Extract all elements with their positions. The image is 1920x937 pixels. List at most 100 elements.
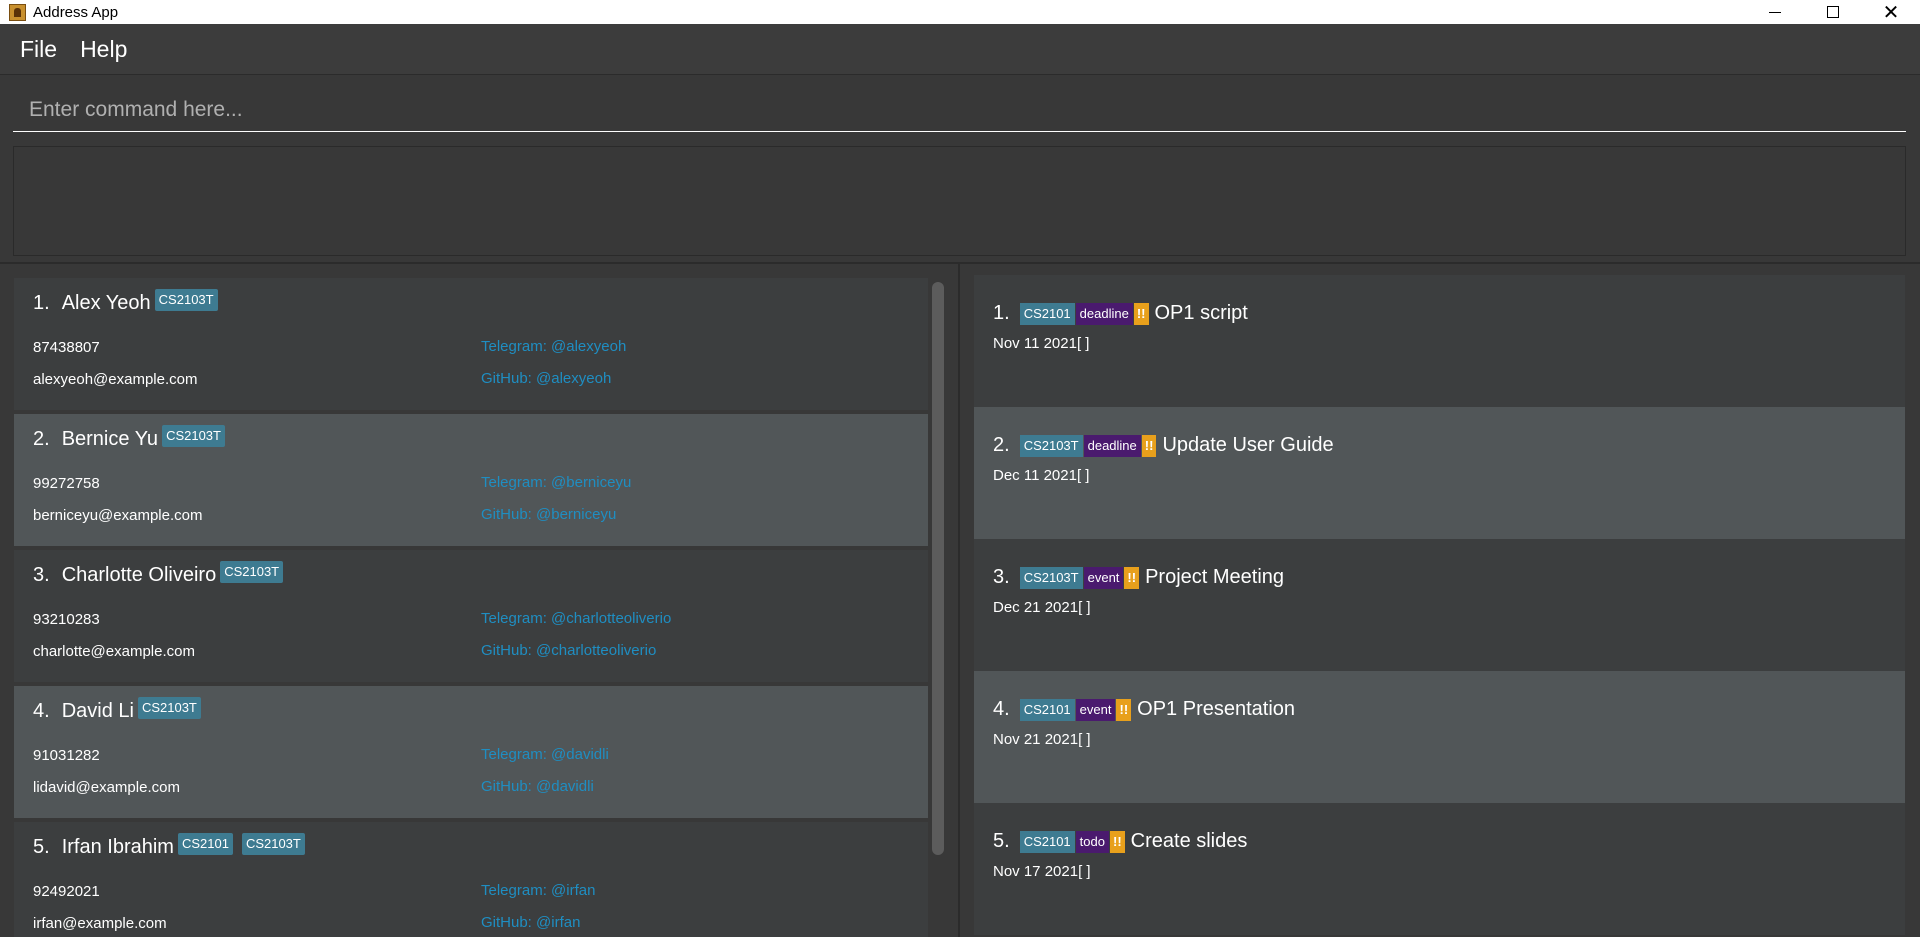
person-github-link[interactable]: GitHub: @alexyeoh (481, 370, 611, 387)
person-tag: CS2103T (137, 696, 201, 719)
task-type-tag: todo (1075, 830, 1109, 853)
task-header: 5. CS2101 todo!! Create slides (993, 830, 1247, 853)
person-index: 2. (33, 428, 50, 450)
task-card[interactable]: 2. CS2103T deadline!! Update User Guide Dec … (974, 407, 1905, 539)
person-telegram-link[interactable]: Telegram: @davidli (481, 746, 609, 763)
person-email: irfan@example.com (33, 915, 167, 932)
person-index: 1. (33, 292, 50, 314)
task-module-tag: CS2103T (1019, 434, 1083, 457)
task-priority-tag: !! (1141, 434, 1157, 457)
person-header: 3. Charlotte Oliveiro CS2103T (33, 560, 284, 587)
person-header: 2. Bernice Yu CS2103T (33, 424, 225, 451)
person-telegram-link[interactable]: Telegram: @irfan (481, 882, 595, 899)
result-display[interactable] (13, 146, 1906, 256)
task-type-tag: event (1075, 698, 1116, 721)
menu-file[interactable]: File (10, 36, 67, 63)
task-title: OP1 script (1154, 302, 1248, 324)
task-tags: CS2101 deadline!! (1019, 302, 1149, 325)
person-card[interactable]: 5. Irfan Ibrahim CS2101 CS2103T 92492021 irfa… (14, 822, 928, 937)
person-tag: CS2103T (241, 832, 305, 855)
person-name: Bernice Yu (61, 428, 159, 450)
close-button[interactable]: ✕ (1862, 0, 1920, 24)
person-phone: 91031282 (33, 747, 100, 764)
person-email: lidavid@example.com (33, 779, 180, 796)
task-tags: CS2101 event!! (1019, 698, 1132, 721)
task-title: OP1 Presentation (1137, 698, 1296, 720)
task-card[interactable]: 4. CS2101 event!! OP1 Presentation Nov 21 20… (974, 671, 1905, 803)
person-card[interactable]: 3. Charlotte Oliveiro CS2103T 93210283 charl… (14, 550, 928, 682)
person-index: 5. (33, 836, 50, 858)
person-tags: CS2103T (220, 560, 284, 583)
person-tag: CS2103T (220, 560, 284, 583)
maximize-icon (1827, 6, 1839, 18)
window-title: Address App (33, 3, 119, 21)
person-tags: CS2103T (154, 288, 218, 311)
task-card[interactable]: 3. CS2103T event!! Project Meeting Dec 21 20… (974, 539, 1905, 671)
person-phone: 93210283 (33, 611, 100, 628)
person-email: charlotte@example.com (33, 643, 195, 660)
task-module-tag: CS2101 (1019, 302, 1075, 325)
person-card[interactable]: 1. Alex Yeoh CS2103T 87438807 alexyeoh@examp… (14, 278, 928, 410)
person-telegram-link[interactable]: Telegram: @charlotteoliverio (481, 610, 671, 627)
task-date: Nov 11 2021[ ] (993, 335, 1090, 352)
task-card[interactable]: 5. CS2101 todo!! Create slides Nov 17 2021[ … (974, 803, 1905, 935)
task-tags: CS2103T deadline!! (1019, 434, 1157, 457)
person-header: 1. Alex Yeoh CS2103T (33, 288, 218, 315)
person-list-scrollbar[interactable] (932, 282, 944, 855)
person-telegram-link[interactable]: Telegram: @alexyeoh (481, 338, 626, 355)
task-header: 1. CS2101 deadline!! OP1 script (993, 302, 1248, 325)
close-icon: ✕ (1882, 0, 1900, 24)
task-header: 4. CS2101 event!! OP1 Presentation (993, 698, 1295, 721)
person-github-link[interactable]: GitHub: @berniceyu (481, 506, 616, 523)
task-index: 2. (993, 434, 1010, 456)
person-email: berniceyu@example.com (33, 507, 203, 524)
task-module-tag: CS2101 (1019, 830, 1075, 853)
person-index: 3. (33, 564, 50, 586)
task-header: 2. CS2103T deadline!! Update User Guide (993, 434, 1334, 457)
person-card[interactable]: 4. David Li CS2103T 91031282 lidavid@example… (14, 686, 928, 818)
person-telegram-link[interactable]: Telegram: @berniceyu (481, 474, 631, 491)
menu-bar: File Help (0, 24, 1920, 74)
person-tags: CS2101 CS2103T (177, 832, 305, 855)
person-github-link[interactable]: GitHub: @irfan (481, 914, 580, 931)
person-list-panel: 1. Alex Yeoh CS2103T 87438807 alexyeoh@examp… (0, 264, 958, 937)
person-tag: CS2103T (162, 424, 225, 447)
app-icon (9, 3, 26, 21)
task-tags: CS2103T event!! (1019, 566, 1140, 589)
person-name: Irfan Ibrahim (61, 836, 174, 858)
task-module-tag: CS2101 (1019, 698, 1075, 721)
task-list-panel: 1. CS2101 deadline!! OP1 script Nov 11 2021[… (960, 264, 1920, 937)
task-priority-tag: !! (1133, 302, 1149, 325)
command-input[interactable] (13, 89, 1906, 132)
menu-help[interactable]: Help (70, 36, 137, 63)
task-priority-tag: !! (1109, 830, 1125, 853)
person-github-link[interactable]: GitHub: @davidli (481, 778, 594, 795)
minimize-button[interactable] (1746, 0, 1804, 24)
person-tag: CS2103T (154, 288, 218, 311)
maximize-button[interactable] (1804, 0, 1862, 24)
person-github-link[interactable]: GitHub: @charlotteoliverio (481, 642, 656, 659)
person-email: alexyeoh@example.com (33, 371, 198, 388)
task-card[interactable]: 1. CS2101 deadline!! OP1 script Nov 11 2021[… (974, 275, 1905, 407)
person-header: 5. Irfan Ibrahim CS2101 CS2103T (33, 832, 305, 859)
task-priority-tag: !! (1116, 698, 1132, 721)
task-index: 4. (993, 698, 1010, 720)
task-title: Project Meeting (1145, 566, 1285, 588)
command-box (0, 74, 1920, 142)
person-phone: 99272758 (33, 475, 100, 492)
person-card[interactable]: 2. Bernice Yu CS2103T 99272758 berniceyu@exa… (14, 414, 928, 546)
person-phone: 92492021 (33, 883, 100, 900)
task-index: 1. (993, 302, 1010, 324)
task-type-tag: deadline (1075, 302, 1133, 325)
task-header: 3. CS2103T event!! Project Meeting (993, 566, 1284, 589)
task-priority-tag: !! (1124, 566, 1140, 589)
task-module-tag: CS2103T (1019, 566, 1083, 589)
task-date: Dec 21 2021[ ] (993, 599, 1091, 616)
person-name: Alex Yeoh (61, 292, 151, 314)
person-tags: CS2103T (137, 696, 201, 719)
person-index: 4. (33, 700, 50, 722)
task-index: 3. (993, 566, 1010, 588)
person-phone: 87438807 (33, 339, 100, 356)
task-type-tag: deadline (1083, 434, 1141, 457)
person-name: Charlotte Oliveiro (61, 564, 217, 586)
